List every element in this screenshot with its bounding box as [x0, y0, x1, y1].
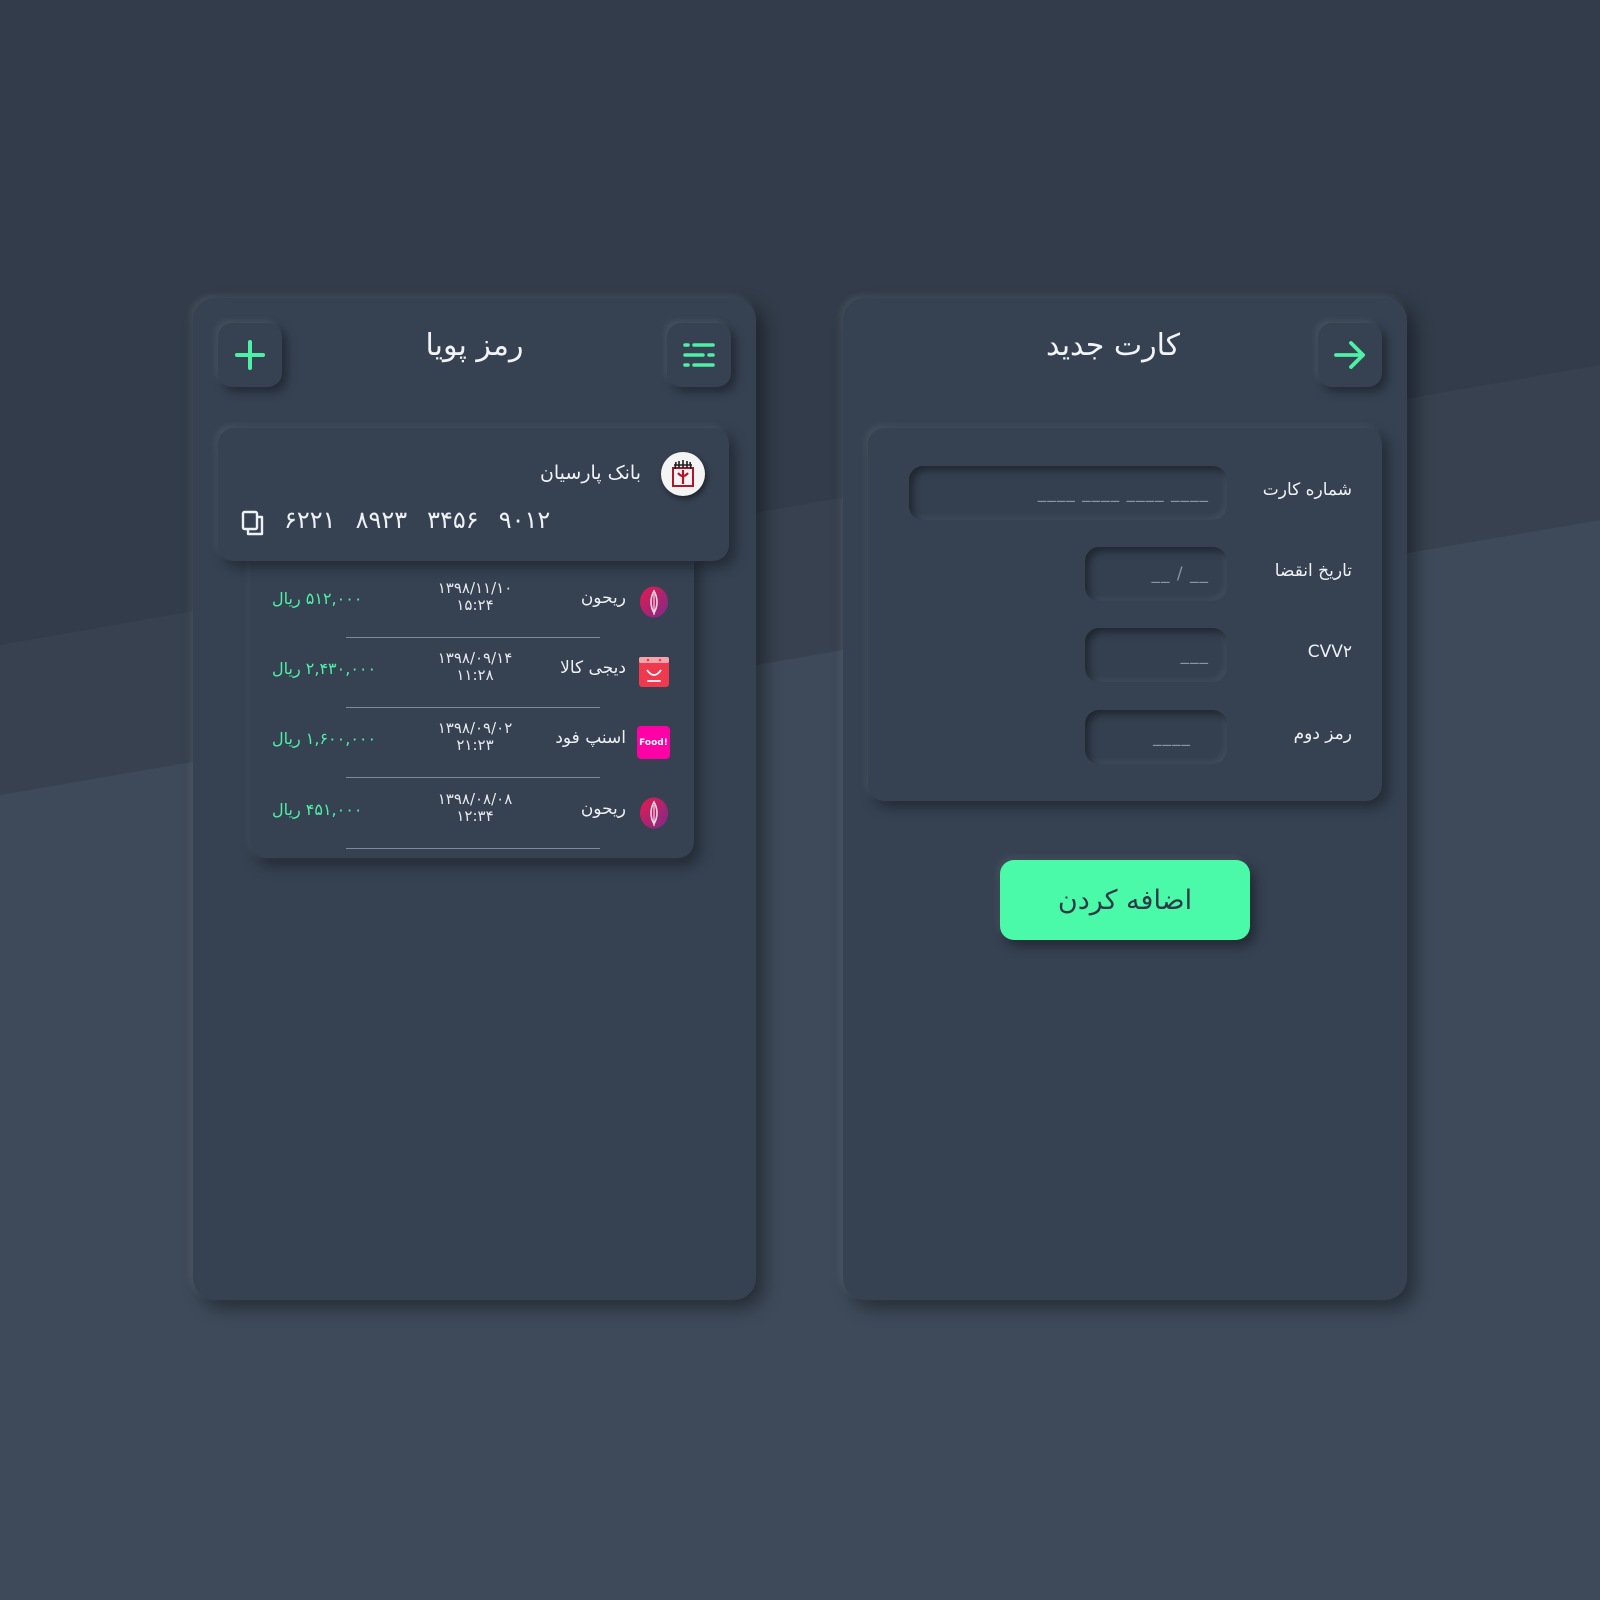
bank-card[interactable]: بانک پارسیان ۶۲۲۱ ۸۹۲۳ ۳۴۵۶ ۹۰۱۲	[218, 428, 729, 561]
transaction-time: ۱۱:۲۸	[456, 666, 494, 684]
transaction-amount: ۲,۴۳۰,۰۰۰ ریال	[272, 659, 377, 678]
card-number-group: ۹۰۱۲	[498, 506, 551, 534]
reyhoon-logo-icon	[638, 586, 670, 618]
second-password-label: رمز دوم	[1293, 724, 1352, 744]
add-card-submit-button[interactable]: اضافه کردن	[1000, 860, 1250, 940]
expiry-date-input[interactable]	[1085, 547, 1227, 601]
row-divider	[346, 707, 600, 708]
transaction-row[interactable]: ریحون ۱۳۹۸/۰۸/۰۸ ۱۲:۳۴ ۴۵۱,۰۰۰ ریال	[250, 781, 694, 851]
transaction-date: ۱۳۹۸/۰۹/۱۴	[437, 649, 513, 667]
transaction-row[interactable]: دیجی کالا ۱۳۹۸/۰۹/۱۴ ۱۱:۲۸ ۲,۴۳۰,۰۰۰ ریا…	[250, 640, 694, 710]
transaction-list: ریحون ۱۳۹۸/۱۱/۱۰ ۱۵:۲۴ ۵۱۲,۰۰۰ ریال دیجی…	[250, 553, 694, 858]
new-card-panel: کارت جدید شماره کارت تاریخ انقضا CVV۲ رم…	[843, 298, 1407, 1300]
parsian-bank-logo-icon	[661, 452, 705, 496]
reyhoon-logo-icon	[638, 797, 670, 829]
plus-icon	[235, 340, 265, 370]
wallet-panel: رمز پویا ریحون ۱۳۹۸/۱۱/۱۰ ۱۵:۲۴ ۵۱۲,۰۰۰ …	[193, 298, 756, 1300]
row-divider	[346, 637, 600, 638]
page-title: رمز پویا	[425, 328, 524, 363]
back-button[interactable]	[1318, 323, 1382, 387]
transaction-time: ۲۱:۲۳	[456, 736, 494, 754]
transaction-merchant: ریحون	[580, 588, 626, 608]
snappfood-logo-text: Food!	[639, 737, 668, 748]
snappfood-logo-icon: Food!	[637, 726, 670, 759]
transaction-time: ۱۲:۳۴	[456, 807, 494, 825]
arrow-right-icon	[1334, 341, 1365, 369]
transaction-merchant: اسنپ فود	[555, 728, 626, 748]
transaction-amount: ۵۱۲,۰۰۰ ریال	[272, 589, 363, 608]
row-divider	[346, 848, 600, 849]
cvv2-label: CVV۲	[1307, 642, 1352, 662]
transaction-datetime: ۱۳۹۸/۰۸/۰۸ ۱۲:۳۴	[410, 791, 540, 825]
add-card-button[interactable]	[218, 323, 282, 387]
digikala-logo-icon	[638, 656, 670, 688]
card-number-group: ۳۴۵۶	[427, 506, 479, 534]
transaction-merchant: ریحون	[580, 799, 626, 819]
card-number-input[interactable]	[909, 466, 1227, 520]
bank-name: بانک پارسیان	[539, 462, 641, 484]
transaction-time: ۱۵:۲۴	[456, 596, 494, 614]
transaction-row[interactable]: Food! اسنپ فود ۱۳۹۸/۰۹/۰۲ ۲۱:۲۳ ۱,۶۰۰,۰۰…	[250, 710, 694, 780]
transaction-datetime: ۱۳۹۸/۰۹/۱۴ ۱۱:۲۸	[410, 650, 540, 684]
card-number-group: ۸۹۲۳	[355, 506, 408, 534]
transaction-date: ۱۳۹۸/۰۸/۰۸	[437, 790, 513, 808]
second-password-input[interactable]	[1085, 710, 1227, 764]
transaction-date: ۱۳۹۸/۰۹/۰۲	[437, 719, 513, 737]
card-number-group: ۶۲۲۱	[284, 506, 336, 534]
transaction-datetime: ۱۳۹۸/۰۹/۰۲ ۲۱:۲۳	[410, 720, 540, 754]
transaction-row[interactable]: ریحون ۱۳۹۸/۱۱/۱۰ ۱۵:۲۴ ۵۱۲,۰۰۰ ریال	[250, 570, 694, 640]
menu-button[interactable]	[667, 323, 731, 387]
expiry-date-label: تاریخ انقضا	[1274, 561, 1352, 581]
transaction-date: ۱۳۹۸/۱۱/۱۰	[437, 579, 513, 597]
cvv2-input[interactable]	[1085, 628, 1227, 682]
page-title: کارت جدید	[1045, 328, 1181, 363]
menu-list-icon	[683, 343, 715, 367]
transaction-amount: ۱,۶۰۰,۰۰۰ ریال	[272, 729, 377, 748]
transaction-amount: ۴۵۱,۰۰۰ ریال	[272, 800, 363, 819]
card-number-label: شماره کارت	[1262, 480, 1352, 500]
row-divider	[346, 777, 600, 778]
transaction-datetime: ۱۳۹۸/۱۱/۱۰ ۱۵:۲۴	[410, 580, 540, 614]
copy-icon[interactable]	[240, 509, 266, 537]
card-number: ۶۲۲۱ ۸۹۲۳ ۳۴۵۶ ۹۰۱۲	[218, 506, 729, 534]
new-card-form: شماره کارت تاریخ انقضا CVV۲ رمز دوم	[868, 428, 1382, 801]
transaction-merchant: دیجی کالا	[560, 658, 626, 678]
